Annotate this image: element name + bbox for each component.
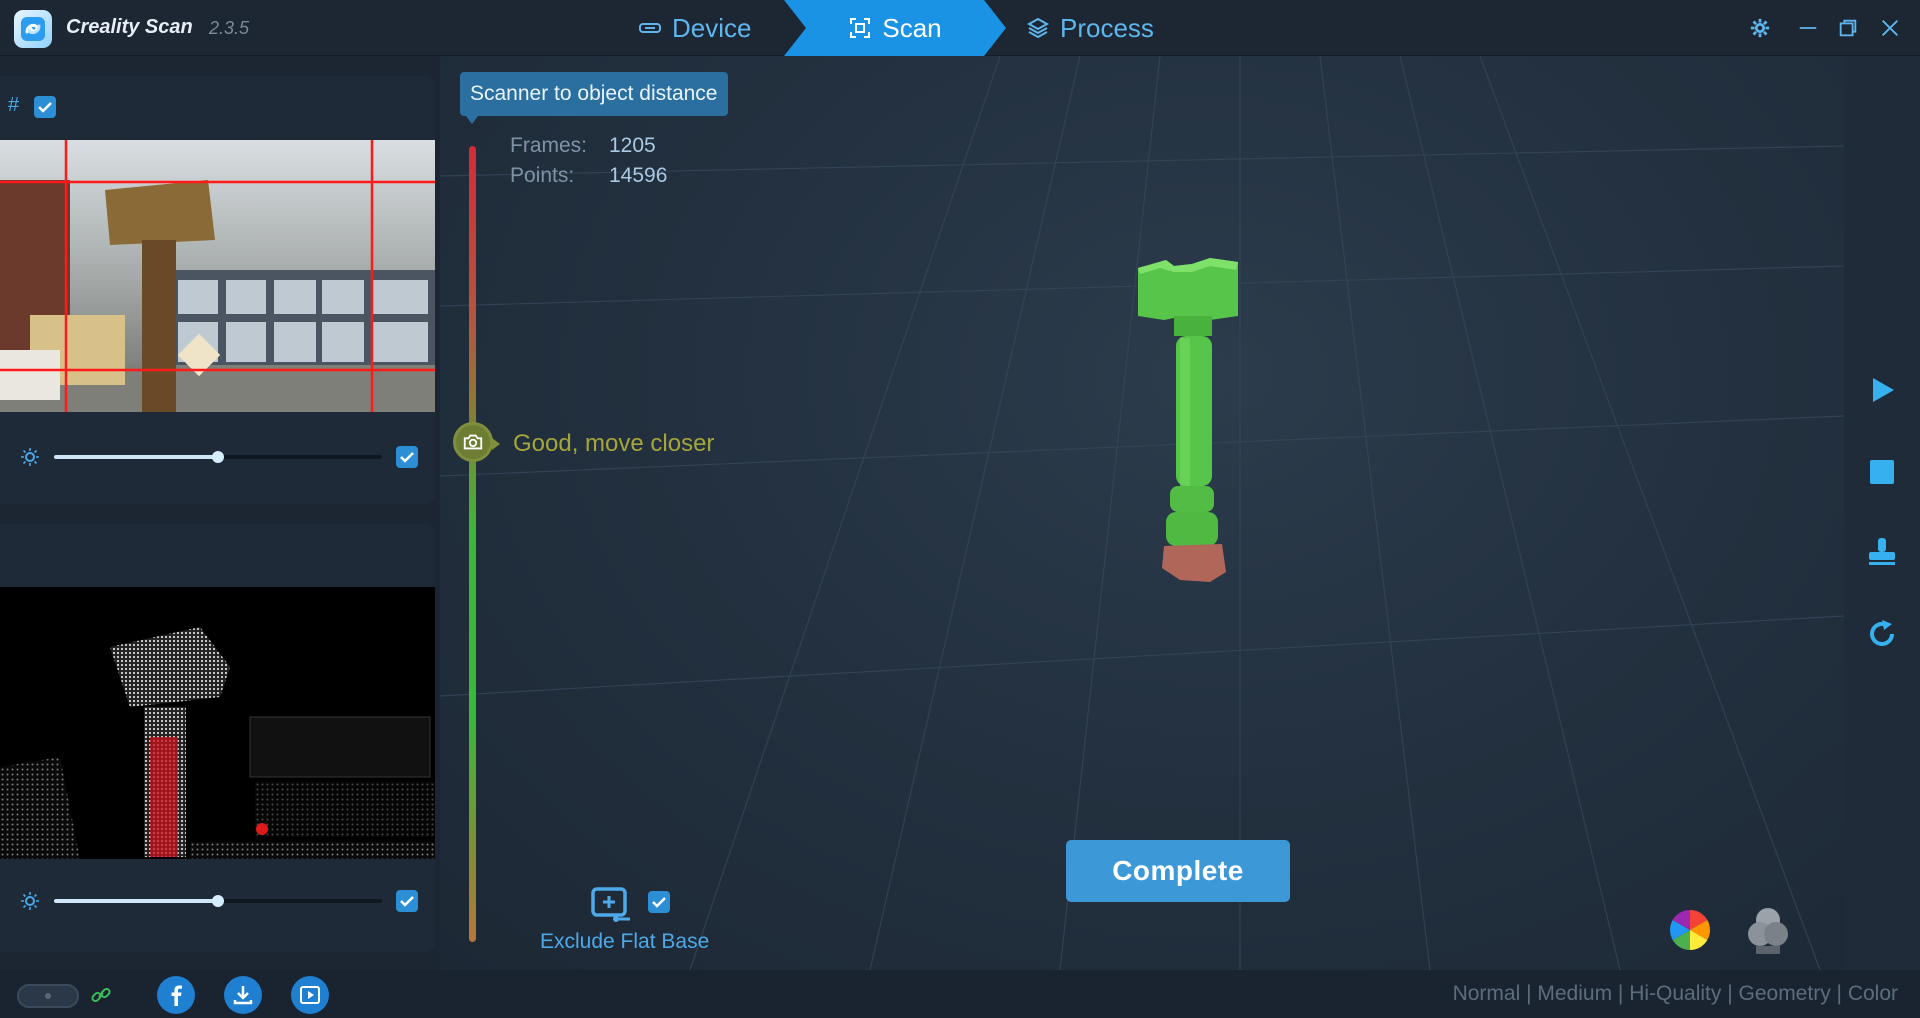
- camera-icon: [463, 434, 483, 450]
- minimize-button[interactable]: [1794, 14, 1822, 42]
- grid-toggle-label: #: [8, 94, 20, 116]
- distance-marker: [453, 422, 500, 462]
- video-tutorial-button[interactable]: [291, 976, 329, 1014]
- status-bar: Normal | Medium | Hi-Quality | Geometry …: [0, 970, 1920, 1018]
- slider-thumb[interactable]: [212, 895, 224, 907]
- tab-device-label: Device: [672, 12, 752, 43]
- stamp-button[interactable]: [1864, 534, 1900, 570]
- play-icon: [1873, 378, 1894, 402]
- app-title: Creality Scan: [66, 16, 193, 38]
- start-scan-button[interactable]: [1864, 372, 1900, 408]
- check-icon: [38, 102, 52, 113]
- restore-button[interactable]: [1834, 14, 1862, 42]
- stop-icon: [1870, 460, 1894, 484]
- slider-fill: [54, 455, 218, 459]
- color-wheel-icon[interactable]: [1670, 910, 1710, 950]
- depth-exposure-slider-row: [0, 886, 435, 916]
- rgb-exposure-slider[interactable]: [54, 451, 382, 463]
- download-button[interactable]: [224, 976, 262, 1014]
- tab-device[interactable]: Device: [638, 0, 751, 56]
- exclude-flat-base-checkbox[interactable]: [648, 891, 670, 913]
- slider-thumb[interactable]: [212, 451, 224, 463]
- close-icon: [1882, 20, 1898, 36]
- facebook-button[interactable]: [157, 976, 195, 1014]
- flat-base-icon: [591, 887, 630, 922]
- grid-checkbox[interactable]: [34, 96, 56, 118]
- check-icon: [400, 452, 414, 463]
- app-version: 2.3.5: [209, 18, 250, 38]
- rgb-auto-exposure-checkbox[interactable]: [396, 446, 418, 468]
- tab-scan-label: Scan: [882, 12, 942, 43]
- app-logo-icon: [14, 10, 52, 48]
- reset-view-button[interactable]: [1864, 616, 1900, 652]
- points-label: Points:: [510, 164, 575, 187]
- restore-icon: [1839, 19, 1857, 37]
- download-icon: [233, 986, 253, 1005]
- stamp-icon: [1869, 538, 1895, 565]
- brightness-icon: [21, 448, 39, 466]
- gear-icon: [1750, 18, 1770, 38]
- rgb-icon[interactable]: [1746, 906, 1790, 956]
- rgb-camera-feed: [0, 140, 435, 412]
- exclude-flat-base-label: Exclude Flat Base: [540, 930, 710, 953]
- settings-button[interactable]: [1746, 14, 1774, 42]
- scan-icon: [850, 18, 871, 38]
- points-value: 14596: [609, 164, 668, 187]
- scanner-device-icon: [17, 984, 79, 1008]
- right-toolbar: [1844, 56, 1920, 970]
- rgb-camera-panel: #: [0, 76, 435, 504]
- scanned-hammer-model: [1138, 258, 1238, 582]
- brightness-icon: [21, 892, 39, 910]
- frames-label: Frames:: [510, 134, 588, 157]
- depth-camera-feed: [0, 587, 435, 859]
- video-icon: [300, 986, 320, 1004]
- device-icon: [639, 23, 661, 33]
- reset-icon: [1870, 620, 1894, 646]
- close-button[interactable]: [1876, 14, 1904, 42]
- 3d-viewport[interactable]: Scanner to object distance Good, move cl…: [440, 56, 1844, 970]
- slider-fill: [54, 899, 218, 903]
- depth-auto-exposure-checkbox[interactable]: [396, 890, 418, 912]
- check-icon: [400, 896, 414, 907]
- check-icon: [652, 897, 666, 908]
- distance-indicator-bar: [469, 146, 476, 942]
- distance-tooltip: Scanner to object distance: [460, 72, 728, 124]
- frames-value: 1205: [609, 134, 656, 157]
- tab-process[interactable]: Process: [1026, 0, 1154, 56]
- minimize-icon: [1799, 27, 1817, 29]
- tab-process-label: Process: [1060, 12, 1154, 43]
- link-icon: [91, 987, 111, 1003]
- title-bar: Creality Scan 2.3.5 Device Scan Process: [0, 0, 1920, 56]
- stop-scan-button[interactable]: [1864, 454, 1900, 490]
- quality-modes: Normal | Medium | Hi-Quality | Geometry …: [1452, 982, 1898, 1005]
- facebook-icon: [171, 985, 182, 1006]
- rgb-exposure-slider-row: [0, 442, 435, 472]
- distance-status: Good, move closer: [513, 430, 715, 457]
- depth-exposure-slider[interactable]: [54, 895, 382, 907]
- complete-button[interactable]: Complete: [1066, 840, 1290, 902]
- layers-icon: [1026, 17, 1050, 39]
- tab-scan[interactable]: Scan: [784, 0, 1006, 56]
- depth-camera-panel: [0, 524, 435, 952]
